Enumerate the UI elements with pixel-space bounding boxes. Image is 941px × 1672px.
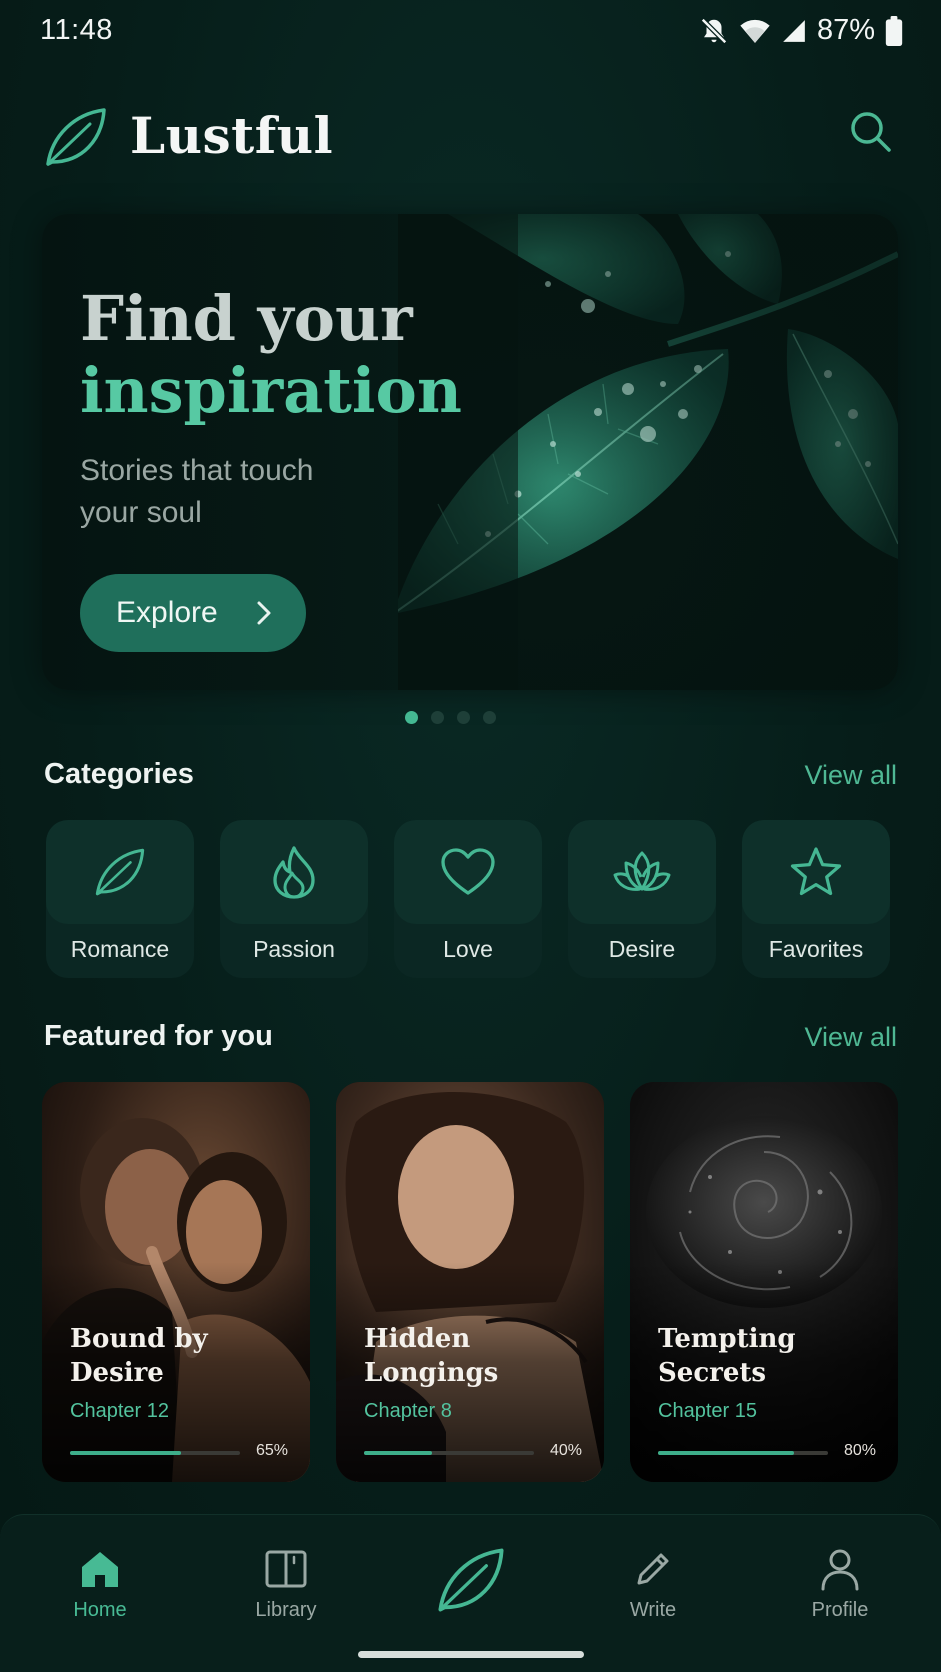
battery-percent: 87% bbox=[816, 14, 875, 46]
explore-button-label: Explore bbox=[116, 596, 218, 629]
carousel-dots bbox=[0, 711, 941, 725]
app-header: Lustful bbox=[0, 100, 941, 172]
search-icon[interactable] bbox=[847, 108, 895, 156]
category-love[interactable]: Love bbox=[394, 820, 542, 978]
categories-title: Categories bbox=[44, 758, 194, 790]
hero-title-line1: Find your bbox=[80, 282, 413, 355]
progress-percent: 80% bbox=[843, 1442, 876, 1459]
category-favorites[interactable]: Favorites bbox=[742, 820, 890, 978]
category-label: Favorites bbox=[768, 936, 864, 962]
featured-card[interactable]: Tempting Secrets Chapter 15 80% bbox=[630, 1082, 898, 1482]
category-icon-box bbox=[220, 820, 368, 924]
leaf-icon bbox=[95, 848, 145, 896]
status-bar: 11:48 87% bbox=[0, 0, 941, 62]
user-icon bbox=[821, 1549, 859, 1591]
progress-fill bbox=[364, 1451, 432, 1455]
hero-subtitle: Stories that touch your soul bbox=[80, 454, 314, 529]
nav-label: Write bbox=[629, 1599, 677, 1621]
progress-bar bbox=[658, 1451, 828, 1455]
nav-label: Profile bbox=[811, 1599, 869, 1621]
bottom-nav: Home Library Write Profile bbox=[0, 1514, 941, 1672]
hero-title-line2: inspiration bbox=[80, 354, 462, 427]
card-chapter: Chapter 12 bbox=[70, 1400, 169, 1422]
category-desire[interactable]: Desire bbox=[568, 820, 716, 978]
card-title: Bound by Desire bbox=[70, 1324, 208, 1388]
category-icon-box bbox=[46, 820, 194, 924]
book-icon bbox=[265, 1550, 307, 1588]
featured-card[interactable]: Bound by Desire Chapter 12 65% bbox=[42, 1082, 310, 1482]
app-screen: 11:48 87% Lustful Find your inspiration … bbox=[0, 0, 941, 1672]
leaf-icon bbox=[46, 108, 106, 166]
wifi-icon bbox=[740, 19, 770, 43]
carousel-dot-2[interactable] bbox=[431, 711, 444, 724]
category-icon-box bbox=[568, 820, 716, 924]
star-icon bbox=[790, 847, 842, 896]
carousel-dot-1[interactable] bbox=[405, 711, 418, 724]
nav-home[interactable]: Home bbox=[20, 1541, 180, 1631]
card-chapter: Chapter 15 bbox=[658, 1400, 757, 1422]
nav-label: Home bbox=[73, 1599, 127, 1621]
progress-percent: 65% bbox=[255, 1442, 288, 1459]
explore-button[interactable]: Explore bbox=[80, 574, 306, 652]
progress-bar bbox=[364, 1451, 534, 1455]
nav-library[interactable]: Library bbox=[206, 1541, 366, 1631]
pencil-icon bbox=[637, 1553, 669, 1585]
progress-fill bbox=[70, 1451, 181, 1455]
lotus-icon bbox=[613, 851, 671, 891]
card-chapter: Chapter 8 bbox=[364, 1400, 452, 1422]
bell-off-icon bbox=[700, 17, 727, 44]
featured-list: Bound by Desire Chapter 12 65% Hidden Lo… bbox=[42, 1082, 898, 1482]
nav-profile[interactable]: Profile bbox=[760, 1541, 920, 1631]
status-time: 11:48 bbox=[40, 14, 113, 46]
hero-banner[interactable]: Find your inspiration Stories that touch… bbox=[42, 214, 898, 690]
category-label: Passion bbox=[253, 936, 335, 962]
category-passion[interactable]: Passion bbox=[220, 820, 368, 978]
category-list: Romance Passion Love Desire Favorites bbox=[46, 820, 896, 978]
status-icons: 87% bbox=[699, 14, 903, 47]
featured-view-all[interactable]: View all bbox=[804, 1022, 897, 1053]
featured-card[interactable]: Hidden Longings Chapter 8 40% bbox=[336, 1082, 604, 1482]
progress-bar bbox=[70, 1451, 240, 1455]
card-title: Hidden Longings bbox=[364, 1324, 499, 1388]
app-title: Lustful bbox=[130, 106, 334, 165]
progress-fill bbox=[658, 1451, 794, 1455]
leaves-image bbox=[398, 214, 898, 690]
home-icon bbox=[82, 1552, 118, 1587]
carousel-dot-4[interactable] bbox=[483, 711, 496, 724]
chevron-right-icon bbox=[257, 601, 271, 625]
category-label: Desire bbox=[608, 936, 676, 962]
category-icon-box bbox=[394, 820, 542, 924]
cell-signal-icon bbox=[783, 19, 805, 42]
battery-icon bbox=[885, 15, 903, 46]
heart-icon bbox=[441, 848, 495, 895]
leaf-icon[interactable] bbox=[436, 1545, 506, 1615]
category-label: Love bbox=[443, 936, 493, 962]
home-indicator bbox=[358, 1651, 584, 1658]
category-icon-box bbox=[742, 820, 890, 924]
nav-label: Library bbox=[255, 1599, 317, 1621]
category-romance[interactable]: Romance bbox=[46, 820, 194, 978]
category-label: Romance bbox=[70, 936, 170, 962]
carousel-dot-3[interactable] bbox=[457, 711, 470, 724]
progress-percent: 40% bbox=[549, 1442, 582, 1459]
nav-write[interactable]: Write bbox=[573, 1541, 733, 1631]
featured-title: Featured for you bbox=[44, 1020, 273, 1052]
card-title: Tempting Secrets bbox=[658, 1324, 796, 1388]
categories-view-all[interactable]: View all bbox=[804, 760, 897, 791]
flame-icon bbox=[273, 846, 315, 899]
